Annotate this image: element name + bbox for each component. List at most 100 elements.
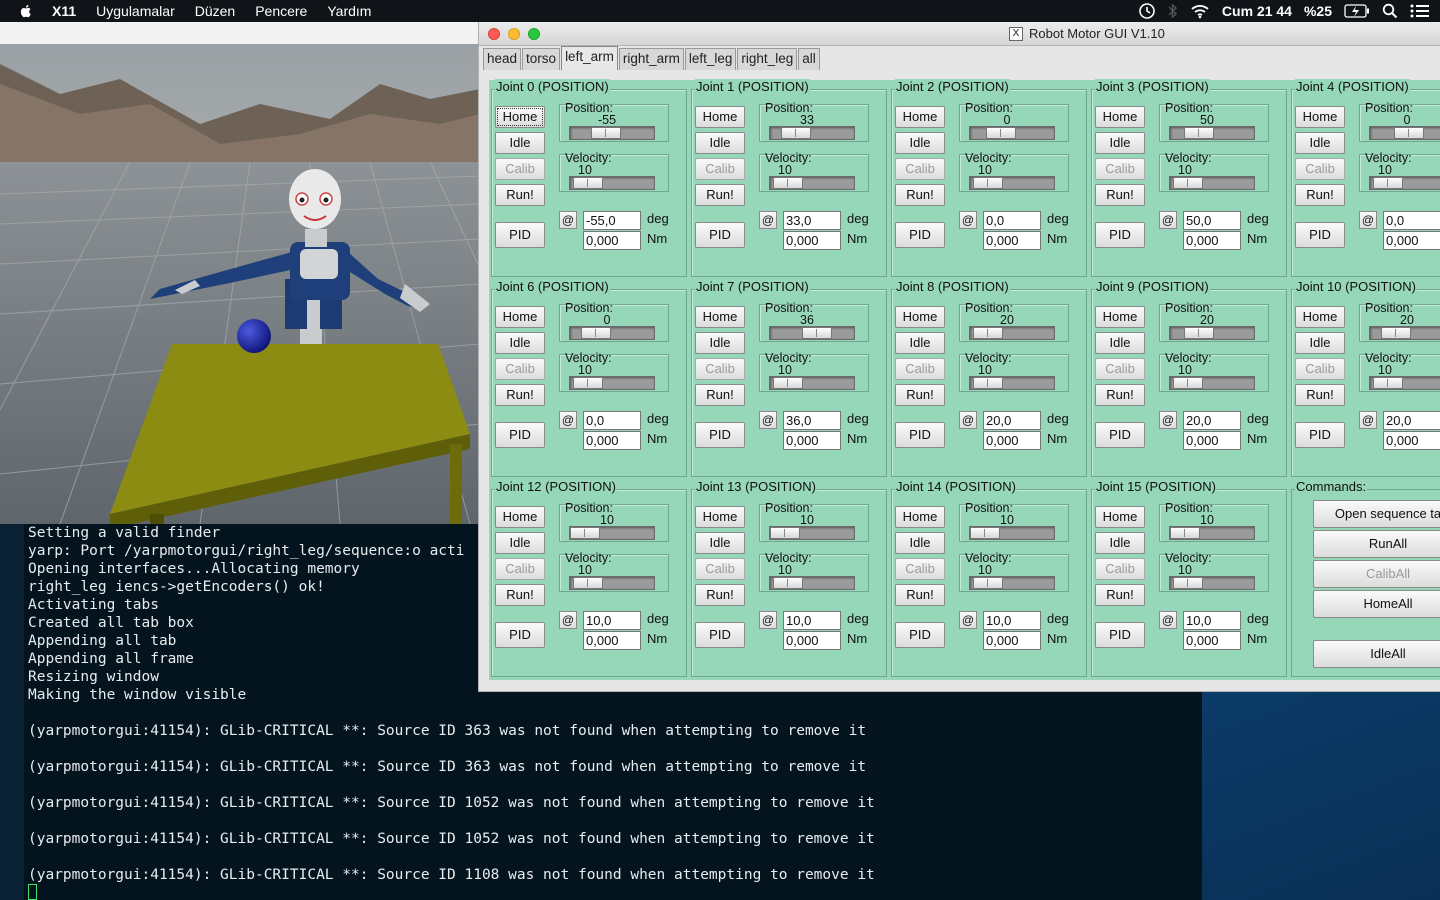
home-button[interactable]: Home: [695, 306, 745, 328]
calib-button[interactable]: Calib: [695, 358, 745, 380]
velocity-slider-handle[interactable]: [773, 377, 803, 389]
idle-button[interactable]: Idle: [895, 532, 945, 554]
go-to-position-button[interactable]: @: [1359, 211, 1377, 229]
velocity-slider[interactable]: [969, 176, 1055, 190]
velocity-slider-handle[interactable]: [1373, 377, 1403, 389]
velocity-slider[interactable]: [1169, 376, 1255, 390]
wifi-icon[interactable]: [1190, 3, 1210, 19]
pid-button[interactable]: PID: [695, 622, 745, 648]
position-slider[interactable]: [1369, 326, 1440, 340]
position-entry[interactable]: 36,0: [783, 411, 841, 430]
go-to-position-button[interactable]: @: [959, 611, 977, 629]
velocity-slider-handle[interactable]: [1173, 577, 1203, 589]
velocity-slider[interactable]: [1369, 376, 1440, 390]
position-slider-handle[interactable]: [770, 527, 800, 539]
run-button[interactable]: Run!: [695, 384, 745, 406]
idle-button[interactable]: Idle: [495, 332, 545, 354]
go-to-position-button[interactable]: @: [759, 611, 777, 629]
run-button[interactable]: Run!: [1095, 384, 1145, 406]
idle-button[interactable]: Idle: [495, 532, 545, 554]
run-button[interactable]: Run!: [895, 584, 945, 606]
position-slider[interactable]: [769, 326, 855, 340]
tab-right-arm[interactable]: right_arm: [618, 48, 684, 70]
robot-motor-gui-window[interactable]: X Robot Motor GUI V1.10 head torso left_…: [478, 22, 1440, 692]
velocity-slider[interactable]: [569, 176, 655, 190]
home-button[interactable]: Home: [495, 106, 545, 128]
velocity-slider-handle[interactable]: [773, 177, 803, 189]
idle-button[interactable]: Idle: [895, 132, 945, 154]
position-slider-handle[interactable]: [591, 127, 621, 139]
velocity-slider[interactable]: [769, 376, 855, 390]
pid-button[interactable]: PID: [1095, 422, 1145, 448]
go-to-position-button[interactable]: @: [1359, 411, 1377, 429]
menu-pencere[interactable]: Pencere: [245, 0, 317, 22]
velocity-slider[interactable]: [969, 376, 1055, 390]
go-to-position-button[interactable]: @: [759, 411, 777, 429]
position-slider[interactable]: [569, 126, 655, 140]
run-button[interactable]: Run!: [1095, 184, 1145, 206]
position-slider-handle[interactable]: [1170, 527, 1200, 539]
idle-button[interactable]: Idle: [695, 132, 745, 154]
home-button[interactable]: Home: [1295, 106, 1345, 128]
position-entry[interactable]: 20,0: [1183, 411, 1241, 430]
idle-button[interactable]: Idle: [895, 332, 945, 354]
menu-uygulamalar[interactable]: Uygulamalar: [86, 0, 185, 22]
close-window-button[interactable]: [488, 28, 500, 40]
velocity-slider-handle[interactable]: [573, 377, 603, 389]
tab-all[interactable]: all: [798, 48, 820, 70]
home-button[interactable]: Home: [895, 506, 945, 528]
go-to-position-button[interactable]: @: [1159, 411, 1177, 429]
calib-button[interactable]: Calib: [895, 358, 945, 380]
position-entry[interactable]: 20,0: [983, 411, 1041, 430]
velocity-slider-handle[interactable]: [973, 377, 1003, 389]
run-button[interactable]: Run!: [695, 584, 745, 606]
velocity-slider[interactable]: [1169, 176, 1255, 190]
notification-center-icon[interactable]: [1410, 4, 1430, 18]
velocity-slider[interactable]: [569, 576, 655, 590]
velocity-slider[interactable]: [1369, 176, 1440, 190]
tab-head[interactable]: head: [483, 48, 522, 70]
run-button[interactable]: Run!: [495, 384, 545, 406]
position-slider[interactable]: [969, 526, 1055, 540]
calib-button[interactable]: Calib: [895, 158, 945, 180]
window-titlebar[interactable]: X Robot Motor GUI V1.10: [479, 22, 1440, 46]
position-entry[interactable]: 10,0: [583, 611, 641, 630]
calib-button[interactable]: Calib: [895, 558, 945, 580]
home-button[interactable]: Home: [495, 306, 545, 328]
calib-button[interactable]: Calib: [695, 558, 745, 580]
apple-icon[interactable]: [18, 3, 34, 19]
calib-button[interactable]: Calib: [1095, 158, 1145, 180]
position-entry[interactable]: 10,0: [783, 611, 841, 630]
calib-button[interactable]: Calib: [495, 358, 545, 380]
bluetooth-icon[interactable]: [1168, 3, 1178, 19]
velocity-slider[interactable]: [769, 576, 855, 590]
run-button[interactable]: Run!: [1295, 384, 1345, 406]
time-machine-icon[interactable]: [1138, 2, 1156, 20]
calib-button[interactable]: Calib: [1095, 558, 1145, 580]
idle-button[interactable]: Idle: [1095, 532, 1145, 554]
position-slider-handle[interactable]: [1381, 327, 1411, 339]
position-slider[interactable]: [969, 326, 1055, 340]
velocity-slider[interactable]: [569, 376, 655, 390]
zoom-window-button[interactable]: [528, 28, 540, 40]
position-entry[interactable]: 10,0: [983, 611, 1041, 630]
position-slider-handle[interactable]: [781, 127, 811, 139]
pid-button[interactable]: PID: [1295, 422, 1345, 448]
position-slider[interactable]: [1169, 126, 1255, 140]
go-to-position-button[interactable]: @: [759, 211, 777, 229]
idle-button[interactable]: Idle: [695, 532, 745, 554]
menu-app-name[interactable]: X11: [40, 0, 86, 22]
home-all-button[interactable]: HomeAll: [1313, 590, 1440, 618]
clock[interactable]: Cum 21 44: [1222, 3, 1292, 19]
open-sequence-tab-button[interactable]: Open sequence ta: [1313, 500, 1440, 528]
calib-button[interactable]: Calib: [495, 158, 545, 180]
position-slider[interactable]: [1169, 326, 1255, 340]
home-button[interactable]: Home: [1295, 306, 1345, 328]
pid-button[interactable]: PID: [895, 222, 945, 248]
run-button[interactable]: Run!: [895, 184, 945, 206]
pid-button[interactable]: PID: [495, 622, 545, 648]
home-button[interactable]: Home: [1095, 306, 1145, 328]
pid-button[interactable]: PID: [495, 222, 545, 248]
pid-button[interactable]: PID: [495, 422, 545, 448]
pid-button[interactable]: PID: [1095, 222, 1145, 248]
